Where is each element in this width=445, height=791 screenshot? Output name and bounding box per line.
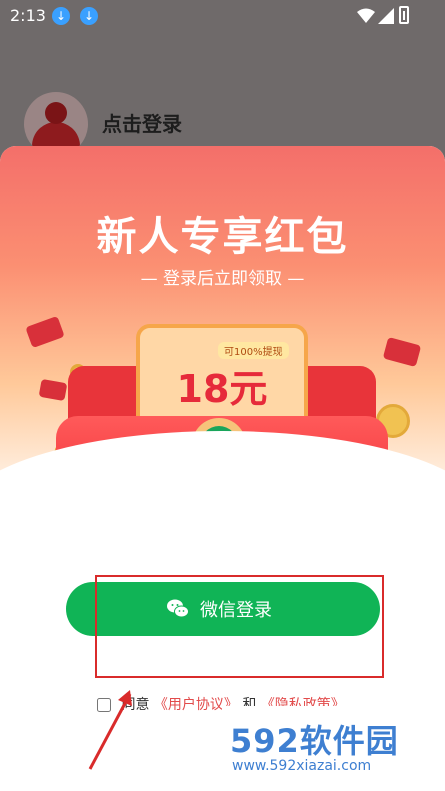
site-watermark: 592软件园 www.592xiazai.com <box>222 706 445 791</box>
annotation-highlight-box <box>95 575 384 678</box>
annotation-arrow-icon <box>88 690 132 770</box>
watermark-url: www.592xiazai.com <box>232 758 372 774</box>
banner-wave-divider <box>0 431 445 551</box>
login-prompt[interactable]: 点击登录 <box>102 108 182 137</box>
red-packet-decoration <box>25 315 65 349</box>
signal-icon <box>378 8 394 24</box>
promo-title: 新人专享红包 <box>96 214 349 260</box>
promo-subtitle: — 登录后立即领取 — <box>140 269 305 289</box>
avatar-head-shape <box>45 102 67 124</box>
status-bar: 2:13 ↓ ↓ <box>0 0 445 34</box>
wifi-icon <box>357 8 375 23</box>
download-icon: ↓ <box>52 7 70 25</box>
promo-banner: 新人专享红包 — 登录后立即领取 — 可100%提现 18元 ✓ <box>0 146 445 551</box>
red-packet-decoration <box>382 336 422 368</box>
watermark-brand: 592软件园 <box>230 722 399 760</box>
status-time: 2:13 <box>10 6 46 25</box>
redpacket-amount: 18元 <box>176 367 268 411</box>
download-icon: ↓ <box>80 7 98 25</box>
red-packet-decoration <box>38 378 68 402</box>
withdraw-badge: 可100%提现 <box>218 342 289 359</box>
battery-icon <box>399 6 409 24</box>
